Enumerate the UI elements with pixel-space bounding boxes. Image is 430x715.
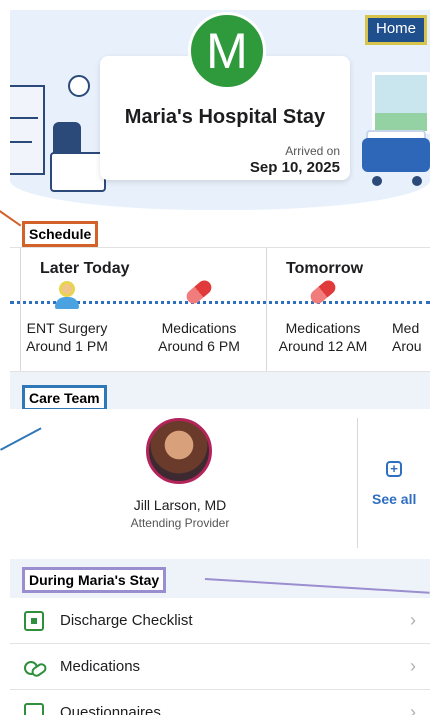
medical-bag-icon[interactable]: + (386, 461, 402, 477)
stay-title: Maria's Hospital Stay (124, 106, 326, 128)
schedule-event-ent-surgery[interactable]: ENT Surgery Around 1 PM (16, 281, 118, 355)
list-item-label: Discharge Checklist (60, 612, 193, 629)
nightstand-illustration (50, 152, 106, 192)
pill-icon (305, 277, 341, 311)
bed-illustration (362, 138, 430, 172)
event-name: Medications (285, 320, 361, 336)
window-illustration (372, 72, 430, 134)
event-time: Around 6 PM (158, 338, 240, 354)
home-annotation: Home (365, 15, 427, 45)
arrived-label: Arrived on (285, 144, 340, 158)
questionnaire-icon (24, 703, 44, 715)
list-item-label: Medications (60, 658, 141, 675)
day-heading-later-today: Later Today (40, 260, 130, 277)
schedule-annotation: Schedule (22, 221, 99, 247)
chevron-right-icon: › (410, 702, 416, 715)
list-item-discharge-checklist[interactable]: Discharge Checklist › (10, 598, 430, 644)
during-stay-list: Discharge Checklist › Medications › Ques… (10, 598, 430, 715)
arrived-date: Sep 10, 2025 (249, 159, 340, 176)
provider-role: Attending Provider (130, 516, 230, 530)
schedule-section[interactable]: Later Today Tomorrow ENT Surgery Around … (10, 247, 430, 372)
care-team-divider (357, 418, 358, 548)
event-time: Around 1 PM (26, 338, 108, 354)
bed-wheel-icon (412, 176, 422, 186)
care-team-section (10, 409, 430, 559)
pill-icon (181, 277, 217, 311)
schedule-event-medications[interactable]: Medications Around 12 AM (272, 277, 374, 355)
event-time: Around 12 AM (278, 338, 368, 354)
person-icon (49, 281, 85, 311)
event-time: Arou (392, 338, 422, 354)
day-heading-tomorrow: Tomorrow (286, 260, 364, 277)
list-item-questionnaires[interactable]: Questionnaires › (10, 690, 430, 715)
event-name: Med (392, 320, 420, 336)
list-item-label: Questionnaires (60, 704, 161, 715)
patient-avatar: M (188, 12, 266, 90)
bed-wheel-icon (372, 176, 382, 186)
cabinet-illustration (10, 85, 45, 175)
schedule-connector-line (0, 210, 22, 227)
medications-icon (24, 657, 49, 679)
care-team-annotation: Care Team (22, 385, 107, 411)
provider-name[interactable]: Jill Larson, MD (80, 497, 280, 513)
event-name: ENT Surgery (26, 320, 108, 336)
chevron-right-icon: › (410, 656, 416, 676)
checklist-icon (24, 611, 44, 631)
schedule-divider (266, 248, 267, 371)
chevron-right-icon: › (410, 610, 416, 630)
during-stay-annotation: During Maria's Stay (22, 567, 167, 593)
list-item-medications[interactable]: Medications › (10, 644, 430, 690)
event-name: Medications (161, 320, 237, 336)
clock-icon (68, 75, 90, 97)
schedule-event-medications[interactable]: Medications Around 6 PM (148, 277, 250, 355)
schedule-event-medications[interactable]: Med Arou (392, 281, 430, 355)
see-all-button[interactable]: See all (372, 491, 416, 507)
provider-avatar[interactable] (146, 418, 212, 484)
